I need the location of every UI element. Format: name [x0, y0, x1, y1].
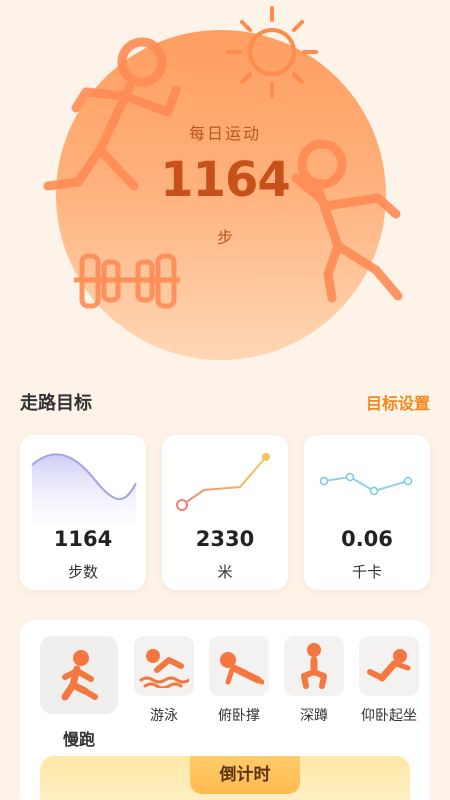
- sun-icon: [226, 6, 318, 98]
- exercise-label: 俯卧撑: [218, 708, 260, 724]
- distance-card[interactable]: 2330 米: [162, 435, 288, 590]
- exercise-swimming[interactable]: 游泳: [134, 636, 194, 725]
- daily-exercise-hero: 每日运动 1164 步: [0, 0, 450, 370]
- exercise-pushup[interactable]: 俯卧撑: [209, 636, 269, 725]
- dumbbell-icon: [74, 253, 180, 309]
- exercise-squat[interactable]: 深蹲: [284, 636, 344, 725]
- running-icon: [61, 650, 98, 701]
- steps-card[interactable]: 1164 步数: [20, 435, 146, 590]
- section-title: 走路目标: [20, 393, 92, 414]
- countdown-card[interactable]: 倒计时: [40, 756, 410, 800]
- calories-value: 0.06: [341, 527, 393, 551]
- situp-icon: [367, 649, 411, 682]
- exercise-situp[interactable]: 仰卧起坐: [359, 636, 419, 725]
- exercise-label: 慢跑: [62, 730, 95, 749]
- distance-value: 2330: [195, 527, 255, 551]
- countdown-tab[interactable]: 倒计时: [190, 756, 300, 794]
- rising-line-icon: [176, 453, 270, 511]
- calories-label: 千卡: [351, 563, 382, 581]
- swimming-icon: [139, 649, 189, 688]
- exercise-label: 深蹲: [300, 708, 328, 724]
- exercise-running-tile[interactable]: [40, 636, 118, 714]
- calories-card[interactable]: 0.06 千卡: [304, 435, 430, 590]
- exercise-running[interactable]: 慢跑: [40, 636, 118, 750]
- exercise-situp-tile[interactable]: [359, 636, 419, 696]
- exercise-panel: 慢跑 游泳 俯卧撑 深蹲 仰卧起坐 倒计时: [20, 620, 430, 800]
- steps-label: 步数: [67, 563, 98, 581]
- step-unit: 步: [216, 228, 233, 247]
- wave-chart-icon: [31, 453, 137, 523]
- distance-label: 米: [217, 563, 233, 581]
- exercise-squat-tile[interactable]: [284, 636, 344, 696]
- dot-line-icon: [319, 472, 413, 496]
- steps-value: 1164: [53, 527, 113, 551]
- goal-settings-link[interactable]: 目标设置: [366, 390, 430, 414]
- walk-goal-header: 走路目标 目标设置: [20, 388, 430, 416]
- exercise-label: 游泳: [150, 708, 178, 724]
- exercise-label: 仰卧起坐: [361, 708, 417, 724]
- exercise-pushup-tile[interactable]: [209, 636, 269, 696]
- pushup-icon: [220, 652, 264, 685]
- hero-title: 每日运动: [188, 124, 261, 143]
- step-count: 1164: [160, 152, 291, 208]
- squat-icon: [301, 643, 327, 689]
- exercise-swimming-tile[interactable]: [134, 636, 194, 696]
